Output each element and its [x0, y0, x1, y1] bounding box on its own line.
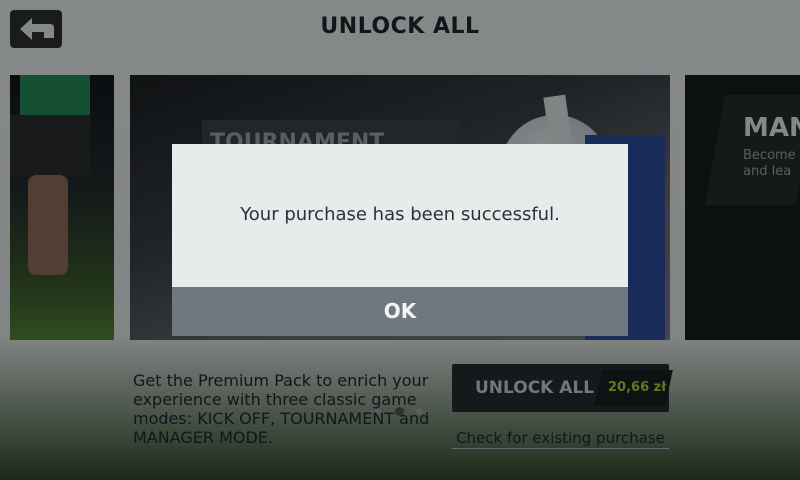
ok-button-label: OK — [383, 299, 417, 323]
dialog-body: Your purchase has been successful. — [172, 144, 628, 287]
purchase-success-dialog: Your purchase has been successful. OK — [172, 144, 628, 336]
dialog-message: Your purchase has been successful. — [240, 204, 560, 225]
ok-button[interactable]: OK — [172, 287, 628, 336]
